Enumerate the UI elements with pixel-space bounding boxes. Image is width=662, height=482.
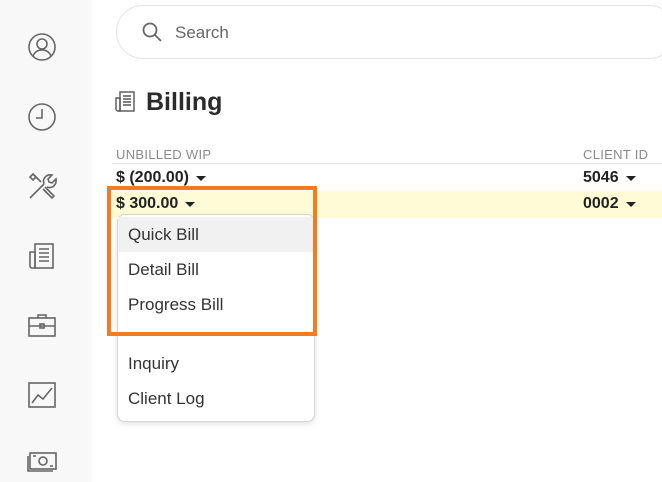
client-id-dropdown[interactable]: 0002 [583,195,636,213]
unbilled-wip-dropdown[interactable]: $ 300.00 [116,195,196,213]
page-title: Billing [146,87,223,116]
caret-down-icon [625,175,636,181]
document-icon[interactable] [22,236,62,276]
billing-icon [115,91,135,112]
client-id-dropdown[interactable]: 5046 [583,169,636,187]
menu-item-client-log[interactable]: Client Log [118,381,314,416]
briefcase-icon[interactable] [22,305,62,345]
main-content: Billing UNBILLED WIP CLIENT ID $ (200.00… [92,0,662,482]
column-header-unbilled-wip[interactable]: UNBILLED WIP [116,147,211,162]
unbilled-wip-dropdown[interactable]: $ (200.00) [116,169,206,187]
menu-item-quick-bill[interactable]: Quick Bill [118,217,314,252]
caret-down-icon [185,201,196,207]
column-header-client-id[interactable]: CLIENT ID [583,147,648,162]
chart-icon[interactable] [22,375,62,415]
tools-icon[interactable] [22,166,62,206]
user-icon[interactable] [22,27,62,67]
search-icon [142,22,162,42]
page-header: Billing [112,86,222,118]
menu-divider [118,334,314,335]
sidebar [0,0,92,482]
client-id-value: 0002 [583,195,619,212]
caret-down-icon [625,201,636,207]
menu-item-detail-bill[interactable]: Detail Bill [118,252,314,287]
caret-down-icon [195,175,206,181]
unbilled-wip-value: $ (200.00) [116,169,189,186]
menu-item-progress-bill[interactable]: Progress Bill [118,287,314,322]
cash-icon[interactable] [22,442,62,482]
clock-icon[interactable] [22,97,62,137]
table-row[interactable]: $ (200.00) 5046 [112,165,662,192]
search-input[interactable] [173,18,577,48]
unbilled-wip-value: $ 300.00 [116,195,179,212]
search-bar[interactable] [116,5,662,59]
dropdown-menu: Quick Bill Detail Bill Progress Bill Inq… [117,214,315,422]
menu-item-inquiry[interactable]: Inquiry [118,346,314,381]
header-divider [112,163,662,164]
client-id-value: 5046 [583,169,619,186]
